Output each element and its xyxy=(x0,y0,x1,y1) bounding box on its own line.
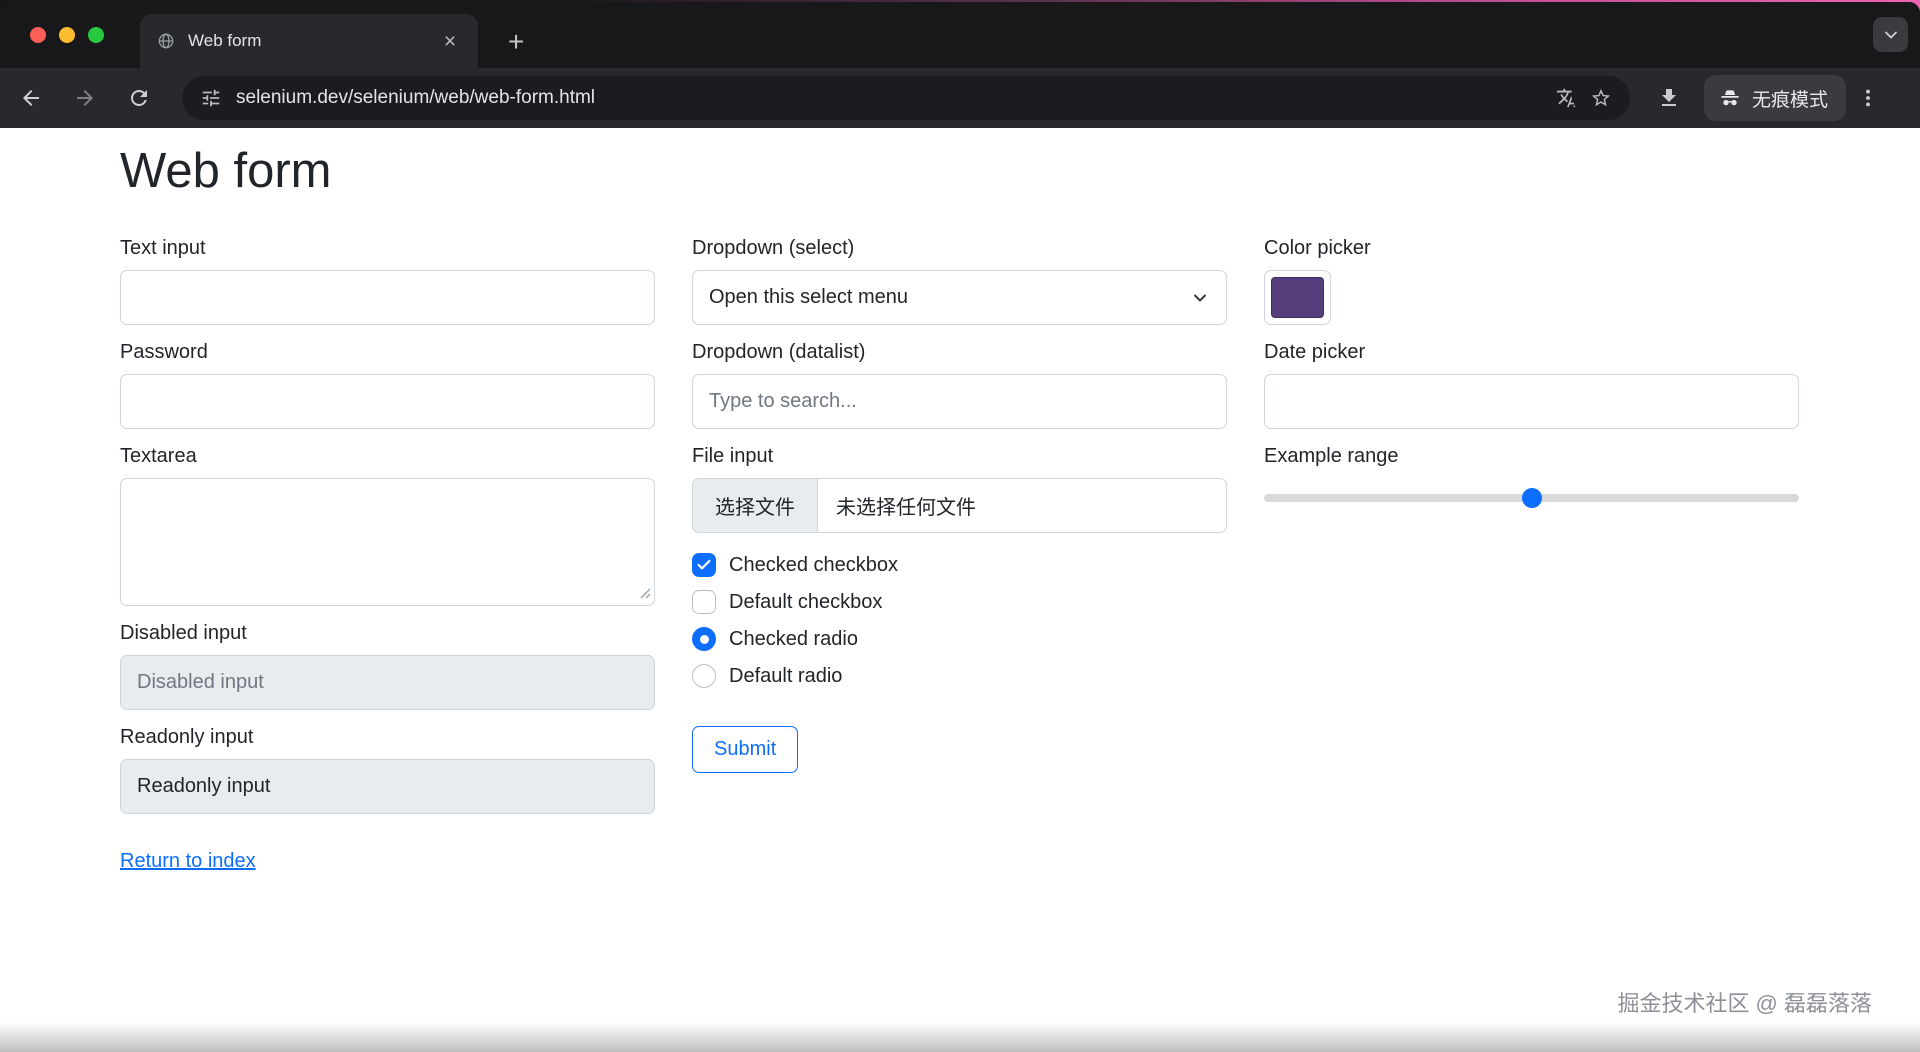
incognito-label: 无痕模式 xyxy=(1752,89,1829,111)
check-icon xyxy=(697,559,711,570)
browser-window: Web form × + selenium.dev/selenium/web/w… xyxy=(0,2,1920,1052)
browser-toolbar: selenium.dev/selenium/web/web-form.html xyxy=(0,68,1920,128)
password-group: Password xyxy=(120,340,655,429)
readonly-input[interactable] xyxy=(120,759,655,814)
range-thumb[interactable] xyxy=(1521,488,1542,508)
browser-tab[interactable]: Web form × xyxy=(140,14,478,68)
three-dots-icon xyxy=(1866,89,1870,107)
textarea-label: Textarea xyxy=(120,445,197,467)
dropdown-select[interactable]: Open this select menu xyxy=(692,270,1227,325)
file-choose-button[interactable]: 选择文件 xyxy=(693,479,818,532)
translate-button[interactable] xyxy=(1550,81,1584,115)
range-group: Example range xyxy=(1264,444,1799,518)
color-swatch xyxy=(1271,277,1324,318)
tab-strip: Web form × + xyxy=(0,2,1920,68)
bookmark-button[interactable] xyxy=(1584,81,1618,115)
password-input[interactable] xyxy=(120,374,655,429)
radio-label[interactable]: Checked radio xyxy=(729,628,858,651)
file-status-text: 未选择任何文件 xyxy=(836,497,976,519)
checkbox-radio-list: Checked checkbox Default checkbox Checke… xyxy=(692,550,1227,691)
chevron-down-icon xyxy=(1884,31,1897,39)
date-picker-label: Date picker xyxy=(1264,341,1366,363)
checkbox-row[interactable]: Checked checkbox xyxy=(692,550,1227,580)
forward-button[interactable] xyxy=(66,79,104,117)
tab-close-icon[interactable]: × xyxy=(438,29,462,53)
textarea-group: Textarea xyxy=(120,444,655,606)
readonly-input-label: Readonly input xyxy=(120,726,254,748)
readonly-input-group: Readonly input xyxy=(120,725,655,814)
range-label: Example range xyxy=(1264,445,1399,467)
color-picker-input[interactable] xyxy=(1264,270,1331,325)
browser-menu-button[interactable] xyxy=(1852,79,1884,117)
back-button[interactable] xyxy=(12,79,50,117)
text-input-group: Text input xyxy=(120,236,655,325)
color-picker-group: Color picker xyxy=(1264,236,1799,325)
zoom-window-button[interactable] xyxy=(88,27,104,43)
forward-arrow-icon xyxy=(77,90,93,106)
reload-icon xyxy=(131,90,147,106)
reload-button[interactable] xyxy=(120,79,158,117)
dropdown-select-group: Dropdown (select) Open this select menu xyxy=(692,236,1227,325)
dropdown-datalist-label: Dropdown (datalist) xyxy=(692,341,866,363)
downloads-button[interactable] xyxy=(1650,79,1688,117)
text-input[interactable] xyxy=(120,270,655,325)
default-checkbox[interactable] xyxy=(692,590,716,614)
radio-label[interactable]: Default radio xyxy=(729,665,842,688)
globe-favicon-icon xyxy=(158,33,174,49)
textarea-input[interactable] xyxy=(120,478,655,606)
minimize-window-button[interactable] xyxy=(59,27,75,43)
radio-row[interactable]: Checked radio xyxy=(692,624,1227,654)
dropdown-select-value: Open this select menu xyxy=(709,286,908,308)
text-input-label: Text input xyxy=(120,237,206,259)
watermark-text: 掘金技术社区 @ 磊磊落落 xyxy=(1617,991,1872,1016)
dropdown-datalist-group: Dropdown (datalist) xyxy=(692,340,1227,429)
form-column-2: Dropdown (select) Open this select menu … xyxy=(692,236,1227,873)
submit-button[interactable]: Submit xyxy=(692,726,799,773)
checked-radio[interactable] xyxy=(692,627,716,651)
chevron-down-icon xyxy=(1194,294,1206,302)
translate-icon xyxy=(1556,88,1576,108)
date-picker-group: Date picker xyxy=(1264,340,1799,429)
tune-icon xyxy=(202,89,220,107)
resize-grip-icon[interactable] xyxy=(637,585,651,599)
incognito-icon xyxy=(1721,90,1739,106)
form-column-1: Text input Password Textarea Disabled in… xyxy=(120,236,655,873)
tab-search-button[interactable] xyxy=(1873,17,1908,52)
return-to-index-link[interactable]: Return to index xyxy=(120,850,256,872)
address-bar[interactable]: selenium.dev/selenium/web/web-form.html xyxy=(182,76,1630,120)
site-info-button[interactable] xyxy=(194,81,228,115)
web-page: Web form Text input Password Textarea Di… xyxy=(0,128,1920,1052)
url-text: selenium.dev/selenium/web/web-form.html xyxy=(236,87,596,108)
datalist-input[interactable] xyxy=(692,374,1227,429)
close-window-button[interactable] xyxy=(30,27,46,43)
checkbox-label[interactable]: Checked checkbox xyxy=(729,554,898,577)
form-column-3: Color picker Date picker Example range xyxy=(1264,236,1799,873)
download-icon xyxy=(1662,89,1676,106)
star-icon xyxy=(1591,88,1611,107)
page-title: Web form xyxy=(120,144,332,198)
incognito-badge[interactable]: 无痕模式 xyxy=(1704,75,1847,121)
file-input[interactable]: 选择文件 未选择任何文件 xyxy=(692,478,1227,533)
checkbox-row[interactable]: Default checkbox xyxy=(692,587,1227,617)
password-label: Password xyxy=(120,341,208,363)
file-input-group: File input 选择文件 未选择任何文件 xyxy=(692,444,1227,533)
dropdown-select-label: Dropdown (select) xyxy=(692,237,855,259)
file-input-label: File input xyxy=(692,445,774,467)
disabled-input-label: Disabled input xyxy=(120,622,247,644)
disabled-input-group: Disabled input xyxy=(120,621,655,710)
back-arrow-icon xyxy=(23,90,39,106)
default-radio[interactable] xyxy=(692,664,716,688)
color-picker-label: Color picker xyxy=(1264,237,1371,259)
traffic-lights xyxy=(30,27,104,43)
checked-checkbox[interactable] xyxy=(692,553,716,577)
tab-title: Web form xyxy=(188,31,262,50)
disabled-input xyxy=(120,655,655,710)
form-grid: Text input Password Textarea Disabled in… xyxy=(120,236,1920,873)
range-slider[interactable] xyxy=(1264,478,1799,518)
radio-row[interactable]: Default radio xyxy=(692,661,1227,691)
checkbox-label[interactable]: Default checkbox xyxy=(729,591,882,614)
link-row: Return to index xyxy=(120,850,655,873)
new-tab-button[interactable]: + xyxy=(499,25,533,59)
date-picker-input[interactable] xyxy=(1264,374,1799,429)
